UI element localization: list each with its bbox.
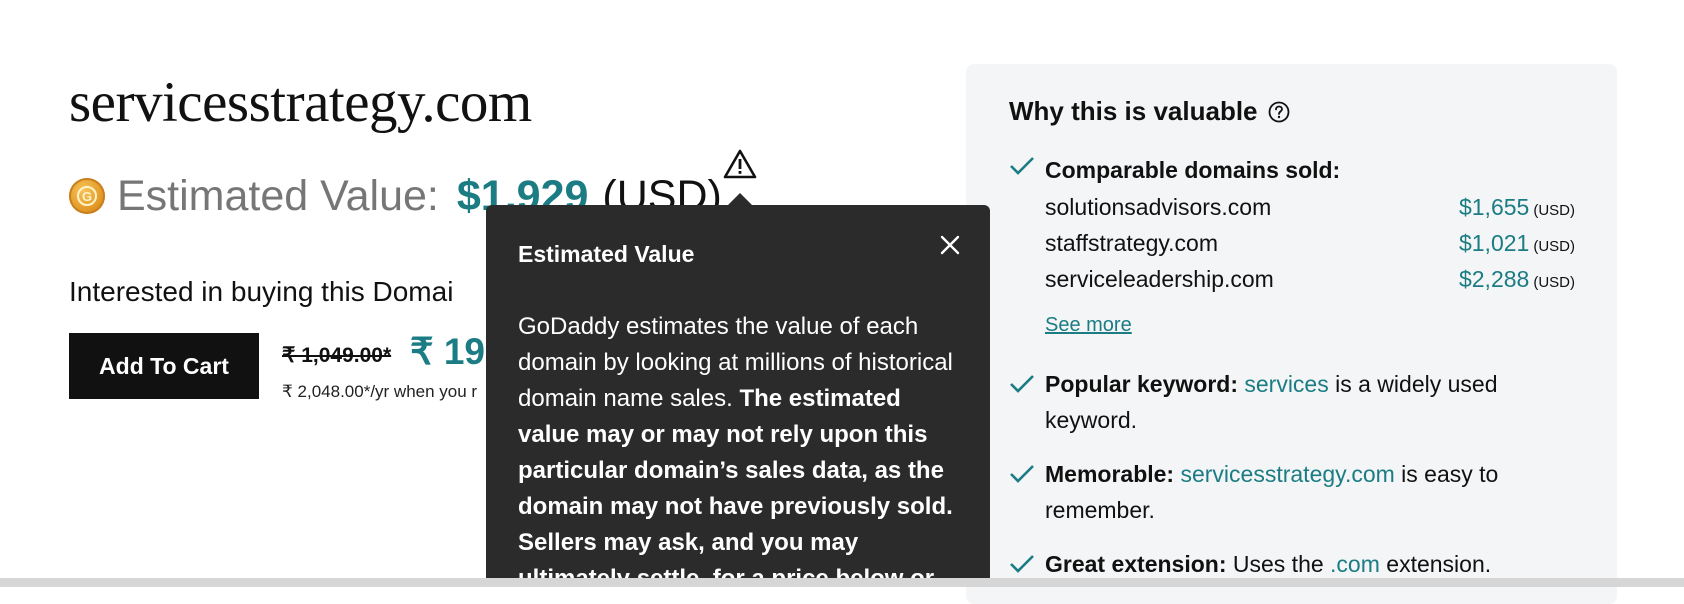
checkmark-icon: [1010, 465, 1034, 483]
list-item: staffstrategy.com $1,021 (USD): [1045, 230, 1575, 266]
question-circle-icon[interactable]: [1268, 101, 1290, 123]
comparable-domain-name: solutionsadvisors.com: [1045, 194, 1272, 220]
see-more-link[interactable]: See more: [1045, 314, 1132, 337]
comparable-domain-name: staffstrategy.com: [1045, 230, 1218, 256]
comparable-domain-price: $1,021 (USD): [1458, 230, 1575, 256]
tooltip-body: GoDaddy estimates the value of each doma…: [518, 313, 953, 587]
comparable-domains-list: solutionsadvisors.com $1,655 (USD) staffs…: [1045, 194, 1575, 302]
checkmark-icon: [1010, 157, 1034, 175]
close-icon[interactable]: [930, 225, 970, 265]
memorable-domain-link[interactable]: servicesstrategy.com: [1180, 461, 1394, 487]
buy-interest-heading: Interested in buying this Domai: [69, 276, 454, 307]
add-to-cart-button[interactable]: Add To Cart: [69, 333, 259, 399]
panel-title-text: Why this is valuable: [1009, 96, 1258, 126]
list-item: serviceleadership.com $2,288 (USD): [1045, 266, 1575, 302]
tooltip-title: Estimated Value: [518, 241, 695, 267]
comparable-domain-name: serviceleadership.com: [1045, 266, 1274, 292]
domain-title: servicesstrategy.com: [69, 71, 532, 134]
estimated-value-label: Estimated Value:: [117, 171, 439, 220]
great-extension-feature: Great extension: Uses the .com extension…: [1045, 551, 1492, 577]
keyword-link[interactable]: services: [1244, 371, 1328, 397]
popular-keyword-feature: Popular keyword: services is a widely us…: [1045, 371, 1498, 433]
estimated-value-tooltip: Estimated Value GoDaddy estimates the va…: [486, 205, 990, 587]
renewal-price-note: ₹ 2,048.00*/yr when you r: [282, 382, 478, 401]
list-item: solutionsadvisors.com $1,655 (USD): [1045, 194, 1575, 230]
checkmark-icon: [1010, 375, 1034, 393]
warning-triangle-icon[interactable]: [723, 148, 757, 180]
why-valuable-panel: Why this is valuable Comparable domains …: [966, 64, 1617, 604]
comparable-domains-label: Comparable domains sold:: [1045, 157, 1341, 183]
extension-link[interactable]: .com: [1330, 551, 1380, 577]
memorable-feature: Memorable: servicesstrategy.com is easy …: [1045, 461, 1499, 523]
horizontal-scrollbar[interactable]: [0, 578, 1684, 587]
comparable-domain-price: $2,288 (USD): [1458, 266, 1575, 292]
godaddy-coin-icon: G: [69, 178, 105, 214]
checkmark-icon: [1010, 555, 1034, 573]
original-price: ₹ 1,049.00*: [282, 344, 392, 367]
comparable-domain-price: $1,655 (USD): [1458, 194, 1575, 220]
panel-title: Why this is valuable: [1009, 96, 1290, 127]
